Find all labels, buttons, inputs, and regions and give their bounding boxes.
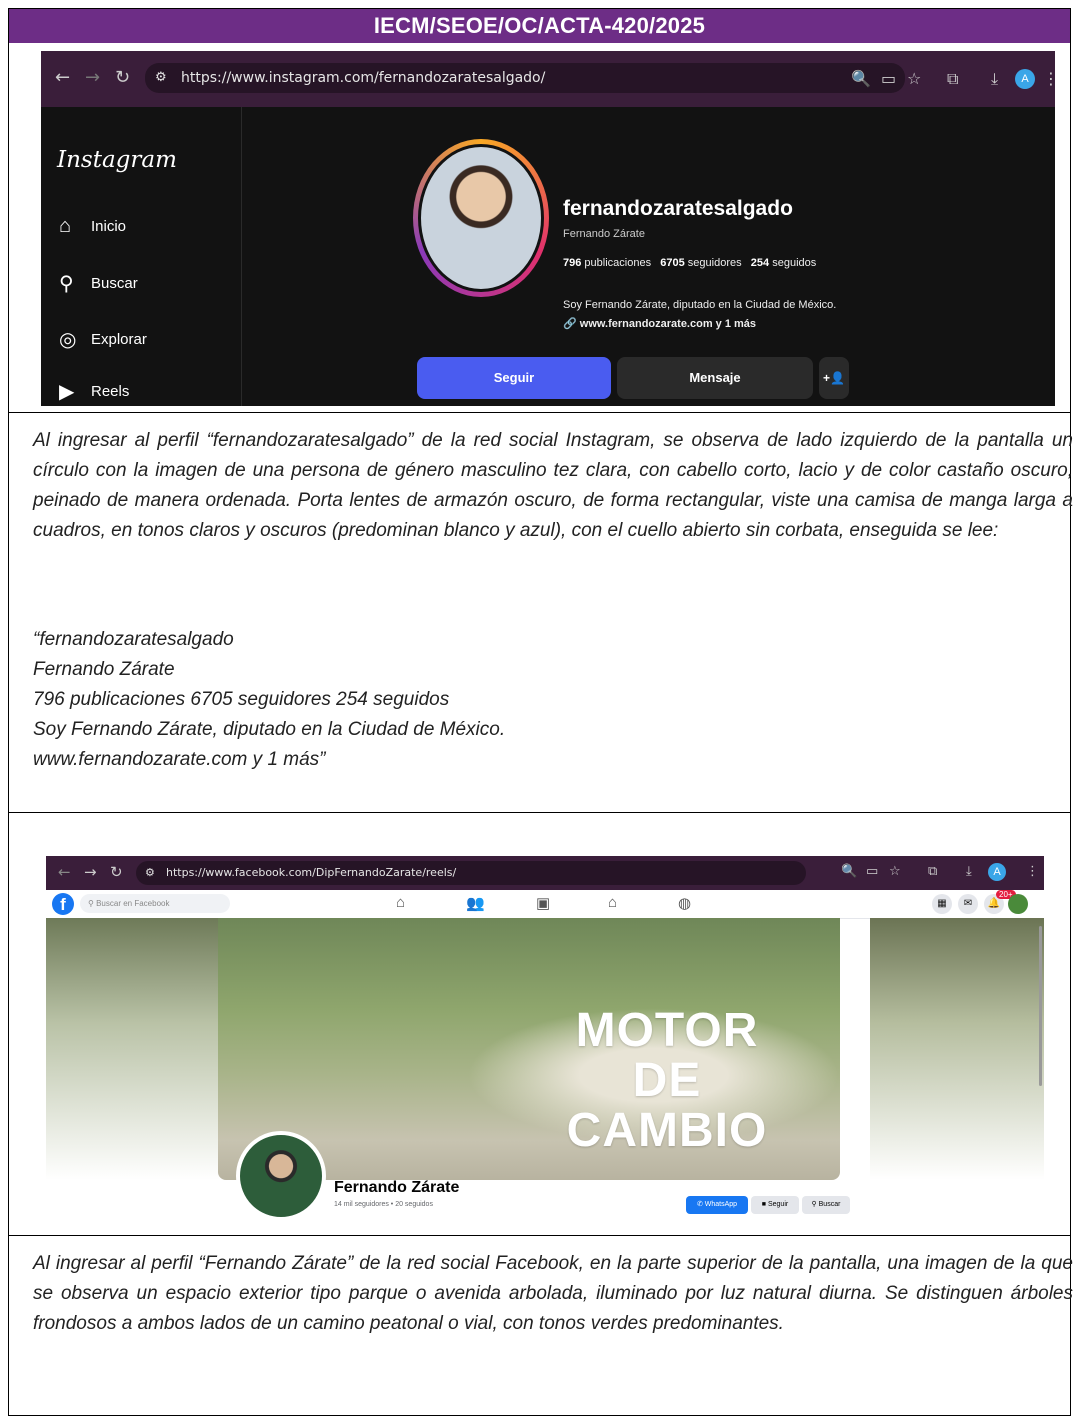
quote-line: www.fernandozarate.com y 1 más” [33,749,326,770]
sidebar-item-reels[interactable]: ▶ Reels [59,379,129,404]
sidebar-item-explorar[interactable]: ◎ Explorar [59,327,147,352]
home-icon: ⌂ [59,215,72,237]
browser-toolbar: ← → ↻ ⚙ https://www.facebook.com/DipFern… [46,856,1044,890]
row-divider [9,412,1070,413]
profile-username: fernandozaratesalgado [563,197,793,220]
instagram-screenshot: ← → ↻ ⚙ https://www.instagram.com/fernan… [41,51,1055,406]
bookmark-star-icon[interactable]: ☆ [889,864,901,879]
ig-sidebar: Instagram ⌂ Inicio ⚲ Buscar ◎ Explorar ▶ Ree… [41,107,242,406]
profile-photo[interactable] [236,1131,326,1221]
messenger-icon[interactable]: ✉ [958,894,978,914]
cover-backdrop-right [870,918,1044,1180]
whatsapp-button[interactable]: ✆ WhatsApp [686,1196,748,1214]
zoom-icon[interactable]: 🔍 [841,864,857,879]
profile-avatar-icon[interactable]: A [1015,69,1035,89]
facebook-screenshot: ← → ↻ ⚙ https://www.facebook.com/DipFern… [46,856,1044,1226]
search-icon: ⚲ [811,1201,817,1208]
browser-toolbar: ← → ↻ ⚙ https://www.instagram.com/fernan… [41,51,1055,107]
apps-menu-icon[interactable]: ▦ [932,894,952,914]
reels-icon: ▶ [59,381,75,403]
home-icon[interactable]: ⌂ [396,894,405,911]
cover-photo[interactable]: MOTOR DE CAMBIO [218,918,840,1180]
profile-stats: 796 publicaciones 6705 seguidores 254 se… [563,257,817,269]
search-icon: ⚲ [59,273,74,295]
address-bar[interactable]: ⚙ https://www.instagram.com/fernandozara… [145,63,905,93]
quote-line: Soy Fernando Zárate, diputado en la Ciud… [33,719,506,740]
message-button[interactable]: Mensaje [617,357,813,399]
sidebar-item-buscar[interactable]: ⚲ Buscar [59,271,138,296]
account-avatar[interactable] [1008,894,1028,914]
posts-count: 796 [563,257,582,269]
address-bar[interactable]: ⚙ https://www.facebook.com/DipFernandoZa… [136,861,806,885]
follow-icon: ■ [761,1201,767,1208]
compass-icon: ◎ [59,329,77,351]
video-icon[interactable]: ▣ [536,894,550,912]
follow-button[interactable]: ■ Seguir [751,1196,799,1214]
address-url: https://www.facebook.com/DipFernandoZara… [166,866,457,879]
fb-topbar: f ⚲ Buscar en Facebook ⌂ 👥 ▣ ⌂ ◍ ▦ ✉ 🔔 2… [46,890,1044,919]
back-icon[interactable]: ← [55,67,70,88]
profile-photo[interactable] [418,144,544,292]
site-settings-icon[interactable]: ⚙ [155,63,167,93]
link-icon: 🔗 [563,318,577,330]
following-count[interactable]: 254 [751,257,769,269]
download-icon[interactable]: ⤓ [966,864,972,879]
address-url: https://www.instagram.com/fernandozarate… [181,70,546,86]
forward-icon[interactable]: → [84,863,97,881]
scrollbar[interactable] [1039,926,1042,1086]
follow-button[interactable]: Seguir [417,357,611,399]
description-instagram: Al ingresar al perfil “fernandozaratesal… [33,430,1073,541]
forward-icon[interactable]: → [85,67,100,88]
profile-bio: Soy Fernando Zárate, diputado en la Ciud… [563,299,837,311]
instagram-logo[interactable]: Instagram [57,147,177,173]
followers-count[interactable]: 6705 [660,257,684,269]
whatsapp-icon: ✆ [696,1201,703,1208]
menu-icon[interactable]: ⋮ [1026,864,1039,879]
evidence-table: IECM/SEOE/OC/ACTA-420/2025 ← → ↻ ⚙ https… [8,8,1073,1416]
profile-avatar-icon[interactable]: A [988,863,1006,881]
cast-icon[interactable]: ▭ [866,864,878,879]
marketplace-icon[interactable]: ⌂ [608,894,617,911]
cover-text: MOTOR DE CAMBIO [566,1004,768,1157]
menu-icon[interactable]: ⋮ [1043,69,1055,88]
facebook-logo[interactable]: f [52,893,74,915]
friends-icon[interactable]: 👥 [466,894,485,912]
cast-icon[interactable]: ▭ [881,69,896,88]
document-header: IECM/SEOE/OC/ACTA-420/2025 [9,9,1070,43]
bookmark-star-icon[interactable]: ☆ [907,69,921,88]
reload-icon[interactable]: ↻ [115,67,130,88]
row-divider [9,1235,1070,1236]
description-facebook: Al ingresar al perfil “Fernando Zárate” … [33,1253,1073,1334]
reload-icon[interactable]: ↻ [110,863,123,881]
back-icon[interactable]: ← [58,863,71,881]
fb-search-input[interactable]: ⚲ Buscar en Facebook [80,894,230,913]
site-settings-icon[interactable]: ⚙ [145,861,155,885]
page-stats[interactable]: 14 mil seguidores • 20 seguidos [334,1201,433,1208]
page-name: Fernando Zárate [334,1179,460,1196]
quote-line: “fernandozaratesalgado [33,629,234,650]
sidebar-item-inicio[interactable]: ⌂ Inicio [59,215,126,238]
cover-backdrop-left [46,918,220,1180]
download-icon[interactable]: ⤓ [991,69,998,89]
quote-line: Fernando Zárate [33,659,175,680]
row-divider [9,812,1070,813]
groups-icon[interactable]: ◍ [678,894,691,912]
search-button[interactable]: ⚲ Buscar [802,1196,850,1214]
extensions-icon[interactable]: ⧉ [928,864,937,879]
profile-full-name: Fernando Zárate [563,228,645,240]
extensions-icon[interactable]: ⧉ [947,69,958,89]
quote-line: 796 publicaciones 6705 seguidores 254 se… [33,689,450,710]
suggest-user-icon[interactable]: +👤 [819,357,849,399]
profile-link[interactable]: 🔗 www.fernandozarate.com y 1 más [563,317,756,330]
zoom-icon[interactable]: 🔍 [851,69,871,88]
